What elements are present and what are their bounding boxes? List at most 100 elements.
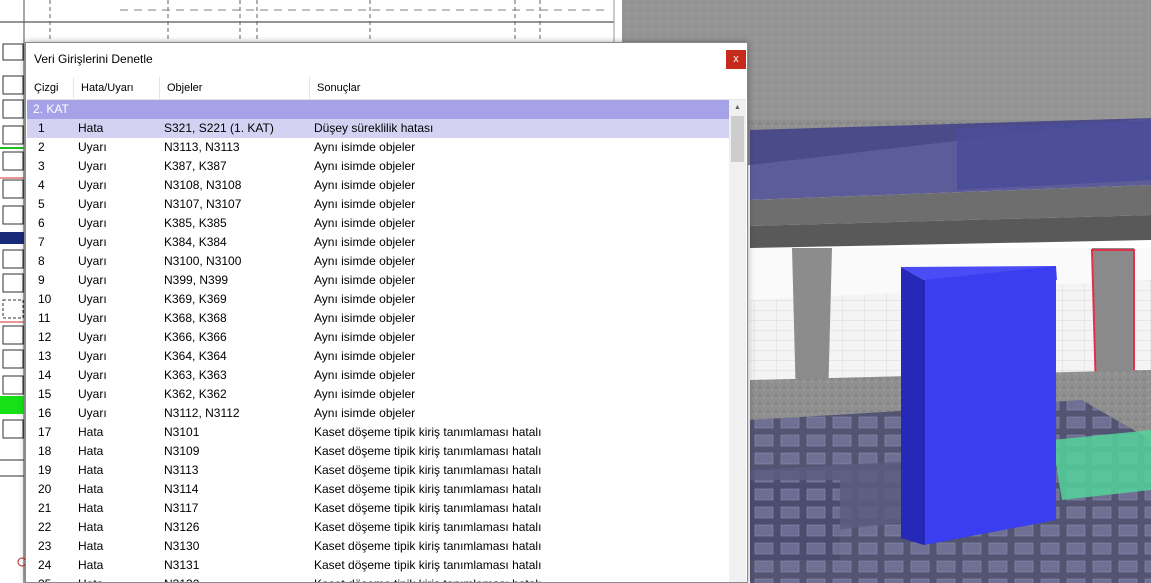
table-row[interactable]: 4 Uyarı N3108, N3108 Aynı isimde objeler — [27, 176, 732, 195]
row-line-cell: 4 — [38, 178, 45, 192]
row-objects-cell: N3114 — [164, 482, 199, 496]
group-row-2-kat[interactable]: 2. KAT — [27, 100, 732, 119]
table-row[interactable]: 24 Hata N3131 Kaset döşeme tipik kiriş tanı… — [27, 556, 732, 575]
row-type-cell: Uyarı — [78, 273, 107, 287]
row-type-cell: Uyarı — [78, 216, 107, 230]
row-line-cell: 3 — [38, 159, 45, 173]
table-row[interactable]: 22 Hata N3126 Kaset döşeme tipik kiriş tanı… — [27, 518, 732, 537]
row-line-cell: 11 — [38, 311, 51, 325]
row-result-cell: Aynı isimde objeler — [314, 159, 416, 173]
row-type-cell: Uyarı — [78, 349, 107, 363]
row-objects-cell: K387, K387 — [164, 159, 227, 173]
row-type-cell: Uyarı — [78, 159, 107, 173]
table-row[interactable]: 12 Uyarı K366, K366 Aynı isimde objeler — [27, 328, 732, 347]
row-line-cell: 5 — [38, 197, 45, 211]
row-type-cell: Hata — [78, 520, 104, 534]
dialog-titlebar[interactable]: Veri Girişlerini Denetle x — [26, 43, 747, 74]
row-line-cell: 24 — [38, 558, 52, 572]
row-type-cell: Hata — [78, 463, 104, 477]
row-result-cell: Kaset döşeme tipik kiriş tanımlaması hat… — [314, 444, 542, 458]
row-result-cell: Aynı isimde objeler — [314, 292, 416, 306]
row-line-cell: 8 — [38, 254, 45, 268]
row-line-cell: 15 — [38, 387, 52, 401]
row-type-cell: Hata — [78, 558, 104, 572]
row-objects-cell: N3109 — [164, 444, 200, 458]
table-row[interactable]: 5 Uyarı N3107, N3107 Aynı isimde objeler — [27, 195, 732, 214]
row-result-cell: Kaset döşeme tipik kiriş tanımlaması hat… — [314, 425, 542, 439]
table-row[interactable]: 23 Hata N3130 Kaset döşeme tipik kiriş tanı… — [27, 537, 732, 556]
row-type-cell: Uyarı — [78, 368, 107, 382]
column-header-objects[interactable]: Objeler — [160, 77, 310, 99]
table-row[interactable]: 1 Hata S321, S221 (1. KAT) Düşey süreklilik… — [27, 119, 732, 138]
table-row[interactable]: 17 Hata N3101 Kaset döşeme tipik kiriş tanı… — [27, 423, 732, 442]
row-type-cell: Uyarı — [78, 406, 107, 420]
table-row[interactable]: 3 Uyarı K387, K387 Aynı isimde objeler — [27, 157, 732, 176]
row-objects-cell: N399, N399 — [164, 273, 229, 287]
row-objects-cell: K368, K368 — [164, 311, 227, 325]
row-objects-cell: N3126 — [164, 520, 200, 534]
table-row[interactable]: 19 Hata N3113 Kaset döşeme tipik kiriş tanı… — [27, 461, 732, 480]
row-objects-cell: K369, K369 — [164, 292, 227, 306]
row-line-cell: 19 — [38, 463, 52, 477]
row-result-cell: Aynı isimde objeler — [314, 140, 416, 154]
table-row[interactable]: 2 Uyarı N3113, N3113 Aynı isimde objeler — [27, 138, 732, 157]
table-row[interactable]: 21 Hata N3117 Kaset döşeme tipik kiriş tanı… — [27, 499, 732, 518]
table-row[interactable]: 9 Uyarı N399, N399 Aynı isimde objeler — [27, 271, 732, 290]
table-row[interactable]: 25 Hata N3132 Kaset döşeme tipik kiriş tanı… — [27, 575, 732, 582]
scroll-thumb[interactable] — [731, 116, 744, 162]
table-row[interactable]: 18 Hata N3109 Kaset döşeme tipik kiriş tanı… — [27, 442, 732, 461]
row-line-cell: 2 — [38, 140, 45, 154]
table-row[interactable]: 11 Uyarı K368, K368 Aynı isimde objeler — [27, 309, 732, 328]
row-objects-cell: N3100, N3100 — [164, 254, 242, 268]
column-header-results[interactable]: Sonuçlar — [310, 77, 746, 99]
row-result-cell: Aynı isimde objeler — [314, 178, 416, 192]
row-result-cell: Aynı isimde objeler — [314, 349, 416, 363]
row-objects-cell: N3113 — [164, 463, 199, 477]
row-line-cell: 10 — [38, 292, 52, 306]
column-header-type[interactable]: Hata/Uyarı — [74, 77, 160, 99]
close-button[interactable]: x — [726, 50, 746, 69]
row-type-cell: Uyarı — [78, 197, 107, 211]
row-objects-cell: N3112, N3112 — [164, 406, 240, 420]
row-objects-cell: N3108, N3108 — [164, 178, 242, 192]
row-result-cell: Kaset döşeme tipik kiriş tanımlaması hat… — [314, 501, 542, 515]
table-row[interactable]: 10 Uyarı K369, K369 Aynı isimde objeler — [27, 290, 732, 309]
check-data-entries-dialog: Veri Girişlerini Denetle x Çizgi Hata/Uy… — [25, 42, 748, 583]
row-objects-cell: K362, K362 — [164, 387, 227, 401]
table-row[interactable]: 8 Uyarı N3100, N3100 Aynı isimde objeler — [27, 252, 732, 271]
vertical-scrollbar[interactable]: ▲ — [729, 100, 746, 582]
row-objects-cell: K384, K384 — [164, 235, 227, 249]
row-result-cell: Aynı isimde objeler — [314, 235, 416, 249]
row-line-cell: 12 — [38, 330, 52, 344]
row-line-cell: 16 — [38, 406, 52, 420]
row-objects-cell: N3101 — [164, 425, 200, 439]
list-header: Çizgi Hata/Uyarı Objeler Sonuçlar — [27, 77, 746, 100]
row-line-cell: 22 — [38, 520, 52, 534]
row-type-cell: Hata — [78, 121, 104, 135]
scroll-up-arrow-icon[interactable]: ▲ — [729, 100, 746, 115]
row-type-cell: Uyarı — [78, 254, 107, 268]
row-type-cell: Uyarı — [78, 140, 107, 154]
row-line-cell: 18 — [38, 444, 52, 458]
table-row[interactable]: 20 Hata N3114 Kaset döşeme tipik kiriş tanı… — [27, 480, 732, 499]
results-list[interactable]: Çizgi Hata/Uyarı Objeler Sonuçlar 2. KAT… — [27, 77, 746, 582]
row-objects-cell: N3132 — [164, 575, 199, 582]
row-objects-cell: S321, S221 (1. KAT) — [164, 121, 274, 135]
row-type-cell: Hata — [78, 425, 104, 439]
table-row[interactable]: 16 Uyarı N3112, N3112 Aynı isimde objeler — [27, 404, 732, 423]
row-line-cell: 25 — [38, 575, 51, 582]
table-row[interactable]: 6 Uyarı K385, K385 Aynı isimde objeler — [27, 214, 732, 233]
row-type-cell: Uyarı — [78, 311, 107, 325]
table-row[interactable]: 14 Uyarı K363, K363 Aynı isimde objeler — [27, 366, 732, 385]
row-objects-cell: N3117 — [164, 501, 199, 515]
table-row[interactable]: 13 Uyarı K364, K364 Aynı isimde objeler — [27, 347, 732, 366]
row-type-cell: Uyarı — [78, 235, 107, 249]
table-row[interactable]: 15 Uyarı K362, K362 Aynı isimde objeler — [27, 385, 732, 404]
row-result-cell: Aynı isimde objeler — [314, 311, 416, 325]
row-objects-cell: K364, K364 — [164, 349, 227, 363]
column-header-line[interactable]: Çizgi — [27, 77, 74, 99]
row-type-cell: Uyarı — [78, 292, 107, 306]
row-line-cell: 20 — [38, 482, 52, 496]
row-objects-cell: K366, K366 — [164, 330, 227, 344]
table-row[interactable]: 7 Uyarı K384, K384 Aynı isimde objeler — [27, 233, 732, 252]
